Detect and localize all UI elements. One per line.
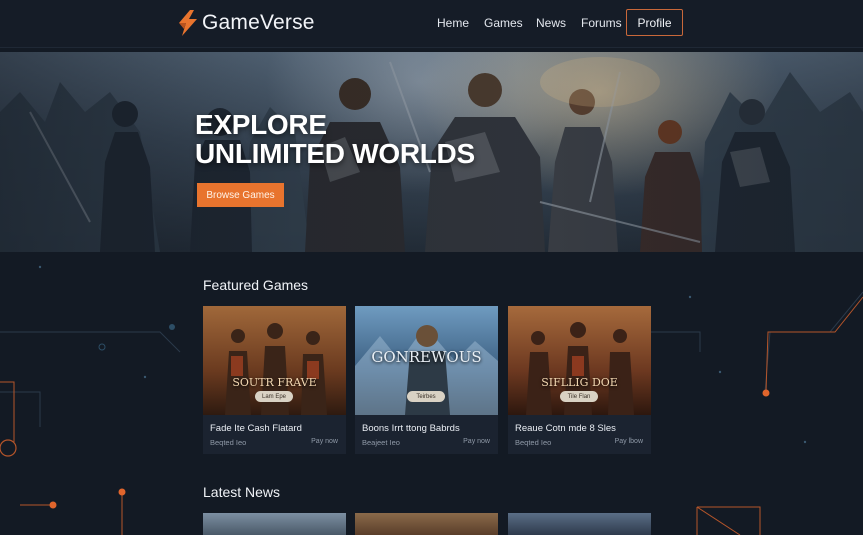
game-card-image: SIFLLIG DOE Tile Flan xyxy=(508,306,651,415)
game-card-tag: Lam Epe xyxy=(255,391,293,402)
game-card-art-text: GONREWOUS xyxy=(371,348,482,366)
logo-icon xyxy=(179,10,197,36)
brand-name: GameVerse xyxy=(202,11,315,34)
hero-headline-line1: EXPLORE xyxy=(195,109,327,140)
play-now-link[interactable]: Pay lbow xyxy=(615,438,643,445)
hero-headline-line2: UNLIMITED WORLDS xyxy=(195,138,475,169)
hero-banner: EXPLORE UNLIMITED WORLDS Browse Games xyxy=(0,52,863,252)
profile-button[interactable]: Profile xyxy=(626,9,683,36)
nav-home[interactable]: Heme xyxy=(437,16,469,30)
game-card-subtitle: Beqted Ieo xyxy=(210,438,247,447)
featured-games-heading: Featured Games xyxy=(203,277,309,293)
game-card-subtitle: Beajeet Ieo xyxy=(362,438,400,447)
hero-headline: EXPLORE UNLIMITED WORLDS xyxy=(195,110,475,168)
game-card-subtitle: Beqted Ieo xyxy=(515,438,552,447)
game-card[interactable]: SIFLLIG DOE Tile Flan Reaue Cotn mde 8 S… xyxy=(508,306,651,454)
game-card-tag: Tile Flan xyxy=(560,391,598,402)
top-navbar: GameVerse Heme Games News Forums Profile xyxy=(0,0,863,48)
game-card-title: Reaue Cotn mde 8 Sles xyxy=(515,423,616,434)
news-thumbnail[interactable] xyxy=(355,513,498,535)
game-card-title: Boons Irrt ttong Babrds xyxy=(362,423,460,434)
game-card-image: SOUTR FRAVE Lam Epe xyxy=(203,306,346,415)
nav-games[interactable]: Games xyxy=(484,16,523,30)
browse-games-button[interactable]: Browse Games xyxy=(197,183,284,207)
game-card-tag: Teirbes xyxy=(407,391,445,402)
news-thumbnail[interactable] xyxy=(203,513,346,535)
play-now-link[interactable]: Pay now xyxy=(463,438,490,445)
game-card-image: GONREWOUS Teirbes xyxy=(355,306,498,415)
news-thumbnail[interactable] xyxy=(508,513,651,535)
game-card-art-text: SOUTR FRAVE xyxy=(232,376,317,389)
latest-news-heading: Latest News xyxy=(203,484,281,500)
game-card[interactable]: GONREWOUS Teirbes Boons Irrt ttong Babrd… xyxy=(355,306,498,454)
game-card-title: Fade Ite Cash Flatard xyxy=(210,423,302,434)
nav-news[interactable]: News xyxy=(536,16,566,30)
game-card-art-text: SIFLLIG DOE xyxy=(541,376,618,389)
nav-forums[interactable]: Forums xyxy=(581,16,622,30)
game-card[interactable]: SOUTR FRAVE Lam Epe Fade Ite Cash Flatar… xyxy=(203,306,346,454)
play-now-link[interactable]: Pay now xyxy=(311,438,338,445)
brand-logo[interactable]: GameVerse xyxy=(176,9,315,37)
